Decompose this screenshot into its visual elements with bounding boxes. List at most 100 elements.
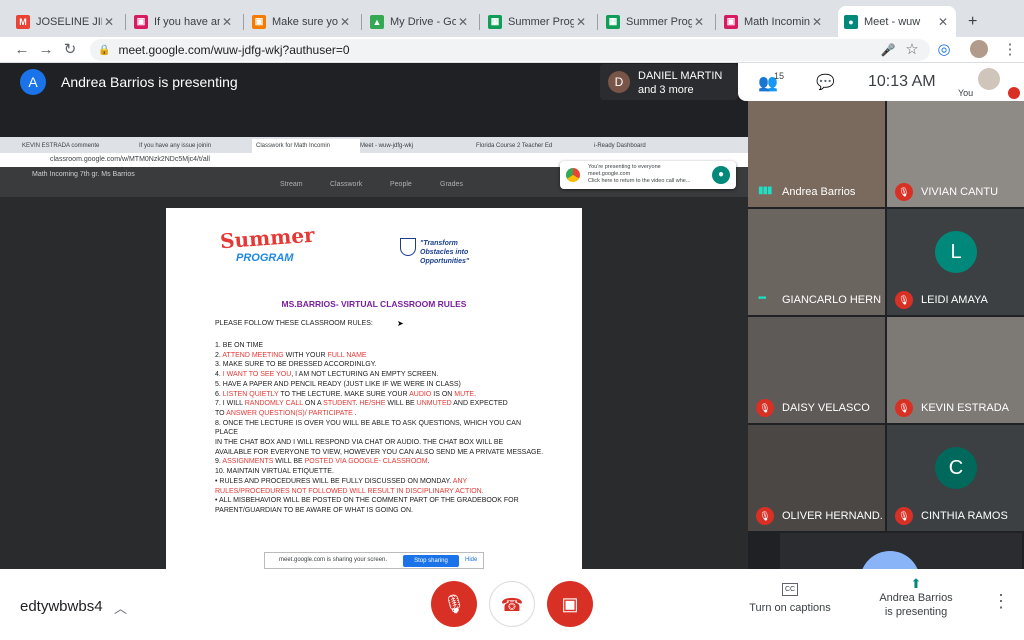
rules-list: 1. BE ON TIME 2. ATTEND MEETING WITH YOUR… bbox=[215, 341, 545, 516]
forward-button[interactable]: → bbox=[36, 40, 56, 60]
address-bar[interactable]: 🔒 meet.google.com/wuw-jdfg-wkj?authuser=… bbox=[90, 39, 930, 61]
audio-level-icon: ▮▮▮ bbox=[758, 185, 772, 196]
chevron-up-icon[interactable]: ︿ bbox=[114, 598, 127, 617]
rule-line: 8. ONCE THE LECTURE IS OVER YOU WILL BE … bbox=[215, 419, 522, 437]
self-view[interactable] bbox=[978, 68, 1000, 90]
participant-tile[interactable]: 🎙 DAISY VELASCO bbox=[748, 317, 885, 423]
tab-title: Make sure you bbox=[272, 15, 338, 28]
microphone-icon[interactable]: 🎤 bbox=[878, 40, 898, 60]
other-participants-text: DANIEL MARTIN and 3 more bbox=[638, 70, 723, 96]
browser-menu-icon[interactable]: ⋮ bbox=[1000, 40, 1020, 60]
participant-tile[interactable]: 🎙 KEVIN ESTRADA bbox=[887, 317, 1024, 423]
tab-title: If you have any bbox=[154, 15, 220, 28]
other-participants-chip[interactable]: D DANIEL MARTIN and 3 more bbox=[600, 64, 738, 100]
tab-separator bbox=[715, 14, 716, 30]
participant-tile[interactable]: ••• GIANCARLO HERN... bbox=[748, 209, 885, 315]
present-screen-icon: ⬆ bbox=[910, 576, 922, 591]
participant-avatar: D bbox=[608, 71, 630, 93]
close-icon[interactable]: ✕ bbox=[692, 15, 706, 29]
browser-tab[interactable]: ▲ My Drive - Goo✕ bbox=[364, 6, 476, 37]
shared-tab: Florida Course 2 Teacher Ed bbox=[476, 143, 553, 149]
close-icon[interactable]: ✕ bbox=[574, 15, 588, 29]
tab-separator bbox=[125, 14, 126, 30]
meet-return-icon: ● bbox=[712, 166, 730, 184]
classroom-icon: ▣ bbox=[134, 14, 148, 29]
browser-tab[interactable]: M JOSELINE JIME✕ bbox=[10, 6, 122, 37]
browser-tab[interactable]: ● Meet - wuw ✕ bbox=[838, 6, 956, 37]
close-icon[interactable]: ✕ bbox=[810, 15, 824, 29]
participant-count: 15 bbox=[774, 71, 785, 81]
close-icon[interactable]: ✕ bbox=[456, 15, 470, 29]
mic-off-icon: 🎙 bbox=[895, 399, 913, 417]
presenter-avatar: A bbox=[20, 69, 46, 95]
close-icon[interactable]: ✕ bbox=[936, 15, 950, 29]
new-tab-button[interactable]: + bbox=[962, 6, 984, 37]
screen-share-bar: meet.google.com is sharing your screen. … bbox=[264, 552, 484, 569]
rule-line: TO ANSWER QUESTION(S)/ PARTICIPATE . bbox=[215, 409, 357, 417]
camera-off-button[interactable]: ▣ bbox=[547, 581, 593, 627]
participant-name: DAISY VELASCO bbox=[782, 402, 870, 414]
profile-avatar[interactable] bbox=[970, 40, 988, 58]
browser-tab[interactable]: ▣ Math Incoming ✕ bbox=[718, 6, 830, 37]
rule-line: IN THE CHAT BOX AND I WILL RESPOND VIA C… bbox=[215, 439, 504, 447]
close-icon[interactable]: ✕ bbox=[220, 15, 234, 29]
browser-tab[interactable]: ▦ Summer Progr ✕ bbox=[600, 6, 712, 37]
participant-name: Andrea Barrios bbox=[782, 186, 856, 198]
shared-tab: KEVIN ESTRADA commente bbox=[22, 143, 100, 149]
more-options-icon[interactable]: ⋮ bbox=[992, 591, 1010, 612]
class-name: Math Incoming 7th gr. Ms Barrios bbox=[32, 171, 135, 178]
shared-tab: Classwork for Math Incomin bbox=[252, 139, 360, 153]
leave-call-button[interactable]: ☎ bbox=[489, 581, 535, 627]
participant-tile[interactable] bbox=[780, 533, 1022, 569]
hide-button[interactable]: Hide bbox=[465, 557, 477, 563]
participant-tile[interactable]: L 🎙 LEIDI AMAYA bbox=[887, 209, 1024, 315]
tab-title: Summer Progr bbox=[626, 15, 692, 28]
rule-line: 7. I WILL RANDOMLY CALL ON A STUDENT. HE… bbox=[215, 400, 508, 408]
drive-icon: ▲ bbox=[370, 14, 384, 29]
clock-time: 10:13 AM bbox=[868, 73, 936, 90]
presenting-status-button[interactable]: ⬆ Andrea Barrios is presenting bbox=[866, 577, 966, 619]
browser-tab[interactable]: ▣ Make sure you ✕ bbox=[246, 6, 358, 37]
captions-button[interactable]: CC Turn on captions bbox=[742, 583, 838, 614]
participant-tile[interactable]: C 🎙 CINTHIA RAMOS bbox=[887, 425, 1024, 531]
participant-initial-avatar: L bbox=[935, 231, 977, 273]
bookmark-star-icon[interactable]: ☆ bbox=[902, 40, 922, 60]
class-tab: Stream bbox=[280, 181, 303, 188]
class-tab: Classwork bbox=[330, 181, 363, 188]
browser-tab[interactable]: ▦ Summer Progr ✕ bbox=[482, 6, 594, 37]
rule-line: • RULES AND PROCEDURES WILL BE FULLY DIS… bbox=[215, 477, 468, 485]
document-intro: PLEASE FOLLOW THESE CLASSROOM RULES: bbox=[215, 320, 373, 327]
school-crest-icon bbox=[400, 238, 416, 256]
summer-program-logo: Summer PROGRAM bbox=[219, 222, 316, 264]
shared-tab: If you have any issue joinin bbox=[139, 143, 212, 149]
close-icon[interactable]: ✕ bbox=[102, 15, 116, 29]
extension-icon[interactable]: ◎ bbox=[934, 40, 954, 60]
mic-off-icon: 🎙 bbox=[895, 183, 913, 201]
lock-icon: 🔒 bbox=[98, 44, 111, 56]
tab-separator bbox=[361, 14, 362, 30]
sheets-icon: ▦ bbox=[488, 14, 502, 29]
audio-level-icon: ••• bbox=[758, 293, 766, 304]
stop-sharing-button[interactable]: Stop sharing bbox=[403, 555, 459, 567]
back-button[interactable]: ← bbox=[12, 40, 32, 60]
participant-name: LEIDI AMAYA bbox=[921, 294, 988, 306]
shared-tab: i-Ready Dashboard bbox=[594, 143, 646, 149]
participant-tile[interactable]: ▮▮▮ Andrea Barrios bbox=[748, 101, 885, 207]
mouse-cursor-icon: ➤ bbox=[397, 319, 404, 328]
participant-name: CINTHIA RAMOS bbox=[921, 510, 1008, 522]
presenting-banner: A Andrea Barrios is presenting D DANIEL … bbox=[0, 63, 738, 101]
participant-tile[interactable]: 🎙 OLIVER HERNAND... bbox=[748, 425, 885, 531]
shared-screen: KEVIN ESTRADA commente If you have any is… bbox=[0, 137, 748, 569]
close-icon[interactable]: ✕ bbox=[338, 15, 352, 29]
bottom-control-bar: edtywbwbs4 ︿ 🎙 ☎ ▣ CC Turn on captions ⬆… bbox=[0, 569, 1024, 640]
tab-title: Math Incoming bbox=[744, 15, 810, 28]
microphone-off-button[interactable]: 🎙 bbox=[431, 581, 477, 627]
chat-icon[interactable]: 💬 bbox=[816, 73, 835, 91]
participant-tile[interactable]: 🎙 VIVIAN CANTU bbox=[887, 101, 1024, 207]
participant-name: KEVIN ESTRADA bbox=[921, 402, 1010, 414]
browser-tab[interactable]: ▣ If you have any✕ bbox=[128, 6, 240, 37]
reload-button[interactable]: ↻ bbox=[60, 40, 80, 60]
document-title: MS.BARRIOS- VIRTUAL CLASSROOM RULES bbox=[281, 299, 467, 309]
rule-line: 1. BE ON TIME bbox=[215, 342, 264, 349]
meeting-code[interactable]: edtywbwbs4 bbox=[20, 598, 103, 615]
